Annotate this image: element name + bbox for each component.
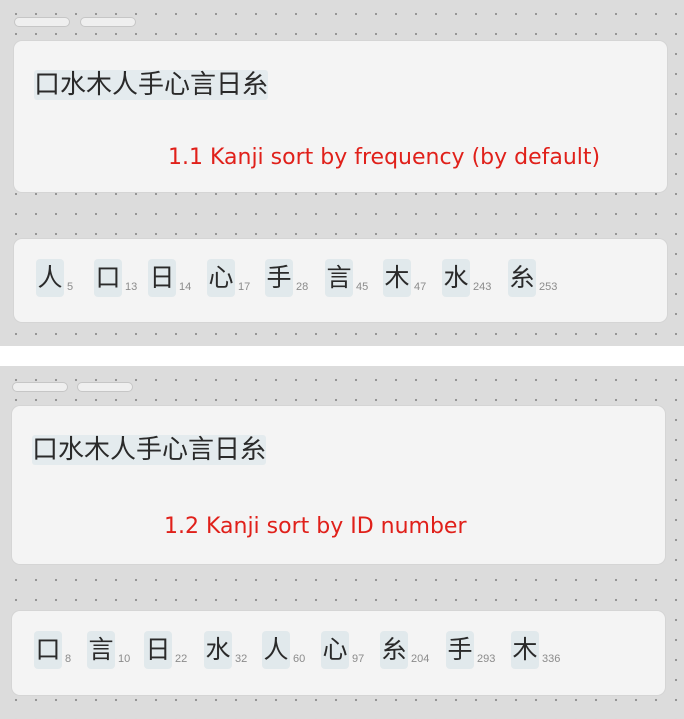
kanji-character: 手 xyxy=(265,259,293,297)
sort-caption: 1.2 Kanji sort by ID number xyxy=(164,514,467,539)
kanji-number: 10 xyxy=(118,653,131,665)
kanji-tile[interactable]: 人5 xyxy=(36,259,73,297)
kanji-tile[interactable]: 糸 253 xyxy=(508,259,557,297)
kanji-character: 人 xyxy=(36,259,64,297)
kanji-number: 5 xyxy=(67,281,74,293)
kanji-character: 口 xyxy=(34,631,62,669)
kanji-tile-row: 人 5 口 13 日 14 心 17 手 28 言 45 木 47 水 243 糸 253 xyxy=(14,239,667,322)
kanji-number: 253 xyxy=(539,281,558,293)
kanji-tile[interactable]: 木 336 xyxy=(511,631,560,669)
kanji-number: 14 xyxy=(179,281,192,293)
kanji-number: 97 xyxy=(352,653,365,665)
kanji-character: 言 xyxy=(325,259,353,297)
section-panel-frequency: 口水木人手心言日糸 1.1 Kanji sort by frequency (b… xyxy=(0,0,684,346)
input-card: 口水木人手心言日糸 1.1 Kanji sort by frequency (b… xyxy=(14,41,667,192)
results-card: 口 8 言 10 日 22 水 32 人 60 心 97 糸 204 手 293 木 336 xyxy=(12,611,665,695)
kanji-number: 60 xyxy=(293,653,306,665)
results-card: 人 5 口 13 日 14 心 17 手 28 言 45 木 47 水 243 糸 253 xyxy=(14,239,667,322)
kanji-tile[interactable]: 手 28 xyxy=(265,259,308,297)
kanji-character: 日 xyxy=(144,631,172,669)
kanji-character: 言 xyxy=(87,631,115,669)
tab-pill-1[interactable] xyxy=(14,17,70,27)
kanji-character: 糸 xyxy=(380,631,408,669)
kanji-number: 17 xyxy=(238,281,251,293)
kanji-number: 47 xyxy=(414,281,427,293)
kanji-number: 13 xyxy=(125,281,138,293)
kanji-character: 水 xyxy=(442,259,470,297)
kanji-number: 28 xyxy=(296,281,309,293)
kanji-number: 8 xyxy=(65,653,72,665)
tab-pill-1[interactable] xyxy=(12,382,68,392)
kanji-tile[interactable]: 水 32 xyxy=(204,631,247,669)
kanji-number: 45 xyxy=(356,281,369,293)
kanji-tile[interactable]: 手 293 xyxy=(446,631,495,669)
kanji-character: 木 xyxy=(383,259,411,297)
kanji-character: 口 xyxy=(94,259,122,297)
kanji-tile[interactable]: 言 10 xyxy=(87,631,130,669)
kanji-character: 糸 xyxy=(508,259,536,297)
kanji-character: 心 xyxy=(321,631,349,669)
kanji-tile[interactable]: 人 60 xyxy=(262,631,305,669)
kanji-character: 心 xyxy=(207,259,235,297)
tab-pill-2[interactable] xyxy=(77,382,133,392)
kanji-character: 水 xyxy=(204,631,232,669)
kanji-number: 336 xyxy=(542,653,561,665)
kanji-character: 木 xyxy=(511,631,539,669)
kanji-tile[interactable]: 心 17 xyxy=(207,259,250,297)
kanji-tile[interactable]: 口8 xyxy=(34,631,71,669)
kanji-tile-row: 口 8 言 10 日 22 水 32 人 60 心 97 糸 204 手 293 木 336 xyxy=(12,611,665,695)
kanji-tile[interactable]: 心 97 xyxy=(321,631,364,669)
kanji-tile[interactable]: 木 47 xyxy=(383,259,426,297)
kanji-tile[interactable]: 水 243 xyxy=(442,259,491,297)
kanji-character: 人 xyxy=(262,631,290,669)
kanji-tile[interactable]: 言 45 xyxy=(325,259,368,297)
tab-pill-2[interactable] xyxy=(80,17,136,27)
kanji-number: 22 xyxy=(175,653,188,665)
kanji-character: 手 xyxy=(446,631,474,669)
kanji-tile[interactable]: 日 22 xyxy=(144,631,187,669)
kanji-tile[interactable]: 日 14 xyxy=(148,259,191,297)
kanji-number: 32 xyxy=(235,653,248,665)
kanji-input-text[interactable]: 口水木人手心言日糸 xyxy=(32,429,267,466)
kanji-tile[interactable]: 糸 204 xyxy=(380,631,429,669)
input-card: 口水木人手心言日糸 1.2 Kanji sort by ID number xyxy=(12,406,665,564)
kanji-input-text[interactable]: 口水木人手心言日糸 xyxy=(34,64,269,101)
sort-caption: 1.1 Kanji sort by frequency (by default) xyxy=(168,145,601,170)
kanji-character: 日 xyxy=(148,259,176,297)
kanji-number: 243 xyxy=(473,281,492,293)
kanji-number: 293 xyxy=(477,653,496,665)
kanji-tile[interactable]: 口 13 xyxy=(94,259,137,297)
kanji-number: 204 xyxy=(411,653,430,665)
section-panel-id-number: 口水木人手心言日糸 1.2 Kanji sort by ID number 口8… xyxy=(0,366,684,719)
